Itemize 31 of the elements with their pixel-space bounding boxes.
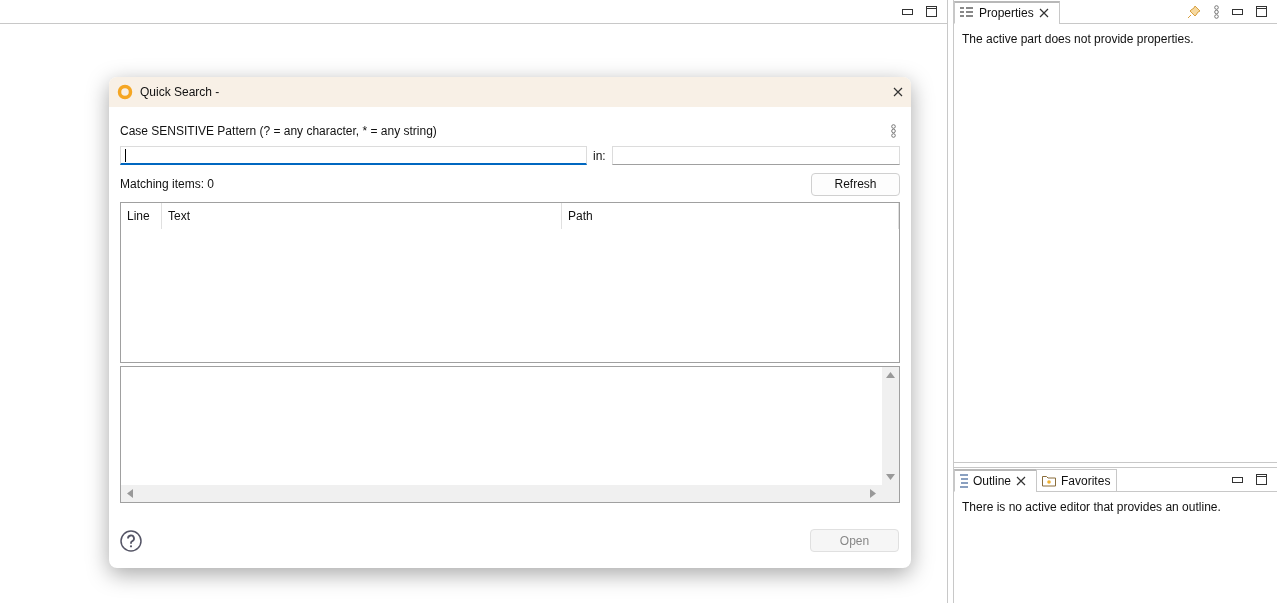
matching-count: Matching items: 0 xyxy=(120,177,215,191)
refresh-button[interactable]: Refresh xyxy=(811,172,900,196)
list-icon xyxy=(960,6,974,20)
maximize-icon[interactable] xyxy=(1256,6,1267,17)
close-icon[interactable] xyxy=(893,87,903,97)
minimize-icon[interactable] xyxy=(902,8,913,15)
outline-icon xyxy=(960,474,968,488)
ring-icon xyxy=(117,84,133,100)
minimize-icon[interactable] xyxy=(1232,8,1243,15)
in-label: in: xyxy=(593,148,606,163)
view-message: There is no active editor that provides an outline. xyxy=(961,499,1222,516)
more-options-icon[interactable] xyxy=(1214,4,1219,19)
maximize-icon[interactable] xyxy=(926,6,937,17)
text-field[interactable] xyxy=(120,146,587,165)
more-options-icon[interactable] xyxy=(891,124,896,138)
column-header[interactable]: Line xyxy=(121,203,162,229)
view-message: The active part does not provide properties. xyxy=(961,31,1195,48)
pattern-label: Case SENSITIVE Pattern (? = any character, * = any string) xyxy=(120,124,437,138)
column-header[interactable]: Path xyxy=(562,203,899,229)
dialog-title: Quick Search - xyxy=(140,85,221,99)
help-icon[interactable] xyxy=(120,529,142,552)
view-tab[interactable]: Favorites xyxy=(1036,469,1118,492)
view-tab[interactable]: Outline xyxy=(954,469,1038,492)
view-tab[interactable]: Properties xyxy=(954,1,1060,24)
column-header[interactable]: Text xyxy=(162,203,562,229)
minimize-icon[interactable] xyxy=(1232,476,1243,483)
maximize-icon[interactable] xyxy=(1256,474,1267,485)
close-icon[interactable] xyxy=(1038,8,1049,18)
text-field[interactable] xyxy=(611,146,900,165)
close-icon[interactable] xyxy=(1016,476,1027,486)
folder-icon xyxy=(1042,474,1057,487)
